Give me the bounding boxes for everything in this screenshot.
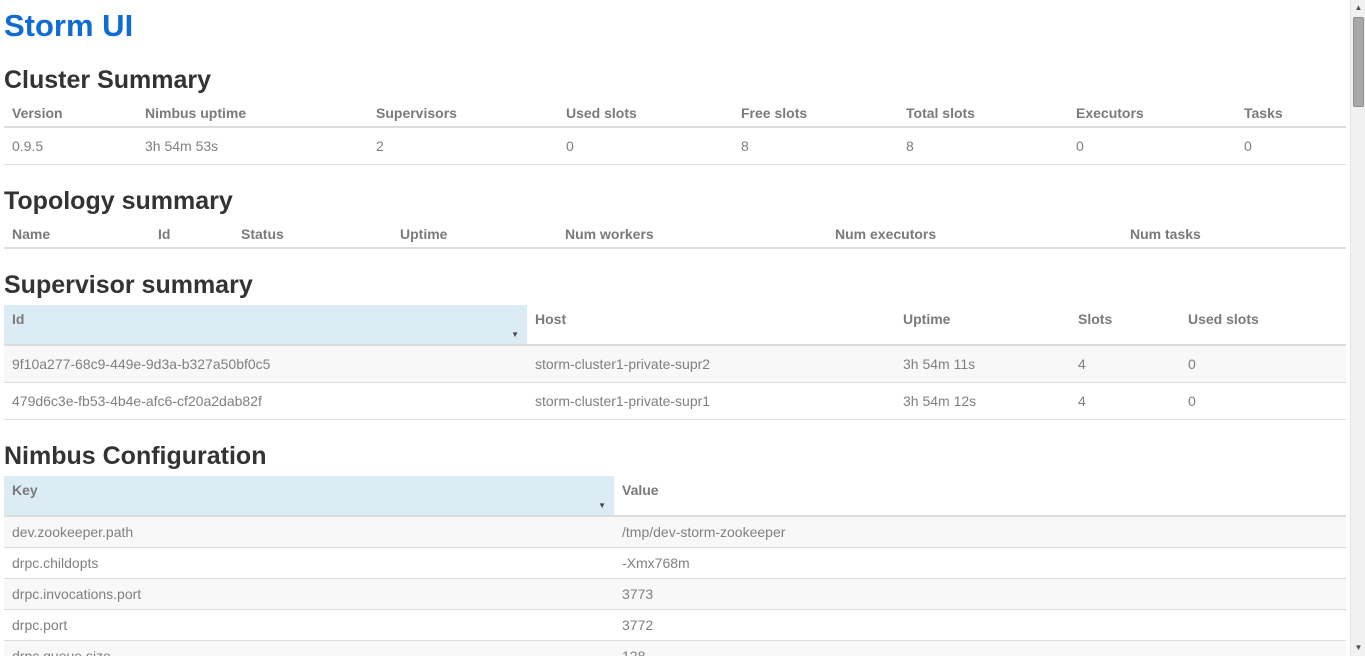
cell-config-value: 128 (614, 641, 1346, 656)
cell-used-slots: 0 (1180, 345, 1346, 383)
scrollbar-thumb[interactable] (1353, 17, 1364, 107)
topology-summary-heading: Topology summary (4, 187, 1346, 215)
table-row: 0.9.5 3h 54m 53s 2 0 8 8 0 0 (4, 127, 1346, 165)
table-row: dev.zookeeper.path /tmp/dev-storm-zookee… (4, 516, 1346, 548)
supervisor-summary-table: Id ▼ Host Uptime Slots Used slots 9f10a2… (4, 305, 1346, 420)
cell-used-slots: 0 (558, 127, 733, 165)
storm-ui-home-link[interactable]: Storm UI (4, 8, 133, 43)
table-header-row: Key ▼ Value (4, 476, 1346, 516)
cell-config-value: /tmp/dev-storm-zookeeper (614, 516, 1346, 548)
cell-uptime: 3h 54m 11s (895, 345, 1070, 383)
cell-config-key: drpc.invocations.port (4, 579, 614, 610)
column-header-num-executors[interactable]: Num executors (827, 221, 1122, 248)
cluster-summary-heading: Cluster Summary (4, 66, 1346, 94)
column-header-version[interactable]: Version (4, 100, 137, 127)
column-header-num-tasks[interactable]: Num tasks (1122, 221, 1346, 248)
column-header-used-slots[interactable]: Used slots (558, 100, 733, 127)
cell-slots: 4 (1070, 345, 1180, 383)
cell-total-slots: 8 (898, 127, 1068, 165)
supervisor-summary-section: Supervisor summary Id ▼ Host Uptime Slot… (4, 271, 1346, 420)
cell-uptime: 3h 54m 12s (895, 383, 1070, 420)
scroll-up-icon: ▲ (1355, 4, 1363, 12)
column-header-key-label: Key (12, 482, 38, 498)
table-header-row: Id ▼ Host Uptime Slots Used slots (4, 305, 1346, 345)
cell-host: storm-cluster1-private-supr1 (527, 383, 895, 420)
table-row: drpc.childopts -Xmx768m (4, 548, 1346, 579)
column-header-value[interactable]: Value (614, 476, 1346, 516)
cell-nimbus-uptime: 3h 54m 53s (137, 127, 368, 165)
column-header-status[interactable]: Status (233, 221, 392, 248)
topology-summary-section: Topology summary Name Id Status Uptime N… (4, 187, 1346, 249)
nimbus-configuration-heading: Nimbus Configuration (4, 442, 1346, 470)
table-row: drpc.port 3772 (4, 610, 1346, 641)
cell-config-key: drpc.port (4, 610, 614, 641)
cell-config-value: -Xmx768m (614, 548, 1346, 579)
column-header-id-label: Id (12, 311, 24, 327)
column-header-nimbus-uptime[interactable]: Nimbus uptime (137, 100, 368, 127)
cell-executors: 0 (1068, 127, 1236, 165)
column-header-host[interactable]: Host (527, 305, 895, 345)
table-row: drpc.invocations.port 3773 (4, 579, 1346, 610)
cell-host: storm-cluster1-private-supr2 (527, 345, 895, 383)
table-row: 9f10a277-68c9-449e-9d3a-b327a50bf0c5 sto… (4, 345, 1346, 383)
cell-used-slots: 0 (1180, 383, 1346, 420)
sort-desc-icon: ▼ (511, 331, 519, 339)
nimbus-configuration-section: Nimbus Configuration Key ▼ Value dev.zoo… (4, 442, 1346, 656)
column-header-tasks[interactable]: Tasks (1236, 100, 1346, 127)
column-header-id[interactable]: Id (150, 221, 233, 248)
column-header-free-slots[interactable]: Free slots (733, 100, 898, 127)
column-header-id-sorted[interactable]: Id ▼ (4, 305, 527, 345)
vertical-scrollbar[interactable]: ▲ ▼ (1350, 0, 1365, 656)
column-header-num-workers[interactable]: Num workers (557, 221, 827, 248)
column-header-uptime[interactable]: Uptime (392, 221, 557, 248)
supervisor-summary-heading: Supervisor summary (4, 271, 1346, 299)
cell-config-value: 3772 (614, 610, 1346, 641)
sort-desc-icon: ▼ (598, 502, 606, 510)
page-title: Storm UI (4, 8, 1346, 44)
cell-supervisors: 2 (368, 127, 558, 165)
nimbus-configuration-table: Key ▼ Value dev.zookeeper.path /tmp/dev-… (4, 476, 1346, 656)
column-header-used-slots[interactable]: Used slots (1180, 305, 1346, 345)
cell-tasks: 0 (1236, 127, 1346, 165)
scrollbar-up-button[interactable]: ▲ (1351, 0, 1365, 16)
cell-config-key: dev.zookeeper.path (4, 516, 614, 548)
cell-supervisor-id: 9f10a277-68c9-449e-9d3a-b327a50bf0c5 (4, 345, 527, 383)
cluster-summary-table: Version Nimbus uptime Supervisors Used s… (4, 100, 1346, 165)
column-header-executors[interactable]: Executors (1068, 100, 1236, 127)
table-row: 479d6c3e-fb53-4b4e-afc6-cf20a2dab82f sto… (4, 383, 1346, 420)
table-header-row: Version Nimbus uptime Supervisors Used s… (4, 100, 1346, 127)
column-header-total-slots[interactable]: Total slots (898, 100, 1068, 127)
table-row: drpc.queue.size 128 (4, 641, 1346, 656)
column-header-slots[interactable]: Slots (1070, 305, 1180, 345)
cluster-summary-section: Cluster Summary Version Nimbus uptime Su… (4, 66, 1346, 165)
cell-config-key: drpc.childopts (4, 548, 614, 579)
cell-version: 0.9.5 (4, 127, 137, 165)
scrollbar-down-button[interactable]: ▼ (1351, 640, 1365, 656)
table-header-row: Name Id Status Uptime Num workers Num ex… (4, 221, 1346, 248)
topology-summary-table: Name Id Status Uptime Num workers Num ex… (4, 221, 1346, 249)
storm-ui-page: Storm UI Cluster Summary Version Nimbus … (0, 0, 1350, 656)
column-header-uptime[interactable]: Uptime (895, 305, 1070, 345)
scroll-down-icon: ▼ (1355, 644, 1363, 652)
column-header-supervisors[interactable]: Supervisors (368, 100, 558, 127)
cell-config-key: drpc.queue.size (4, 641, 614, 656)
column-header-key-sorted[interactable]: Key ▼ (4, 476, 614, 516)
cell-supervisor-id: 479d6c3e-fb53-4b4e-afc6-cf20a2dab82f (4, 383, 527, 420)
column-header-name[interactable]: Name (4, 221, 150, 248)
cell-free-slots: 8 (733, 127, 898, 165)
cell-slots: 4 (1070, 383, 1180, 420)
cell-config-value: 3773 (614, 579, 1346, 610)
